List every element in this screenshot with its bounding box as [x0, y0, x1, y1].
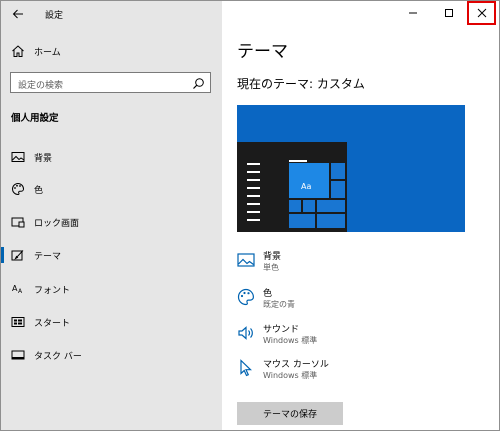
sidebar-item-lock-screen[interactable]: ロック画面 — [1, 210, 222, 234]
sidebar-item-start[interactable]: スタート — [1, 310, 222, 334]
settings-window: 設定 ホーム 設定の検索 個人用設定 背景 色 ロック画面 テーマ A A フォ… — [0, 0, 500, 431]
preview-menu-lines — [247, 163, 260, 227]
setting-value: Windows 標準 — [263, 371, 318, 380]
preview-tile — [317, 214, 345, 228]
back-arrow-icon — [12, 9, 23, 19]
sidebar-item-label: テーマ — [34, 252, 62, 262]
setting-mouse-cursor[interactable]: マウス カーソル Windows 標準 — [237, 357, 477, 389]
preview-tile — [317, 200, 345, 212]
close-button[interactable] — [467, 1, 496, 25]
preview-tile — [331, 181, 345, 198]
setting-name: サウンド — [263, 325, 300, 335]
sidebar-item-label: ホーム — [34, 48, 61, 58]
setting-color[interactable]: 色 既定の青 — [237, 286, 477, 318]
theme-brush-icon — [11, 250, 24, 261]
preview-tile — [303, 200, 315, 212]
sidebar-item-color[interactable]: 色 — [1, 177, 222, 201]
back-button[interactable] — [9, 5, 27, 23]
svg-text:A: A — [18, 288, 23, 295]
home-icon — [12, 45, 24, 57]
preview-tile-large — [289, 163, 329, 198]
font-icon: A A — [12, 284, 23, 295]
sidebar-item-font[interactable]: A A フォント — [1, 277, 222, 301]
lock-screen-icon — [11, 217, 25, 228]
palette-icon — [12, 182, 25, 196]
page-title: テーマ — [237, 42, 288, 62]
app-title: 設定 — [45, 11, 64, 21]
sidebar-item-label: ロック画面 — [34, 219, 80, 229]
start-grid-icon — [11, 317, 25, 327]
save-theme-button[interactable]: テーマの保存 — [237, 402, 343, 425]
maximize-button[interactable] — [431, 1, 467, 25]
close-icon — [477, 8, 486, 18]
preview-tile — [289, 214, 315, 228]
minimize-icon — [409, 12, 417, 14]
search-input[interactable]: 設定の検索 — [10, 72, 211, 93]
section-title: 個人用設定 — [11, 113, 59, 124]
setting-name: 色 — [263, 289, 273, 299]
preview-tile — [289, 200, 301, 212]
setting-value: 単色 — [263, 263, 279, 272]
preview-tile-label: Aa — [301, 182, 312, 191]
sidebar-item-taskbar[interactable]: タスク バー — [1, 343, 222, 367]
sidebar-item-label: スタート — [34, 319, 71, 329]
taskbar-icon — [11, 350, 25, 360]
picture-icon — [11, 152, 25, 162]
setting-sound[interactable]: サウンド Windows 標準 — [237, 322, 477, 354]
preview-tile — [331, 163, 345, 179]
window-controls — [395, 1, 499, 25]
search-placeholder: 設定の検索 — [18, 81, 64, 91]
theme-preview: Aa — [237, 105, 465, 232]
sidebar-item-label: 背景 — [34, 154, 53, 164]
setting-value: 既定の青 — [263, 300, 295, 309]
sidebar: 設定 ホーム 設定の検索 個人用設定 背景 色 ロック画面 テーマ A A フォ… — [1, 1, 222, 430]
maximize-icon — [445, 9, 453, 17]
sidebar-item-home[interactable]: ホーム — [1, 39, 222, 63]
search-icon — [193, 78, 204, 89]
sidebar-item-label: フォント — [34, 286, 71, 296]
cursor-icon — [240, 359, 252, 377]
setting-name: 背景 — [263, 252, 282, 262]
minimize-button[interactable] — [395, 1, 431, 25]
sidebar-item-theme[interactable]: テーマ — [1, 243, 222, 267]
sidebar-item-background[interactable]: 背景 — [1, 145, 222, 169]
sidebar-item-label: タスク バー — [34, 352, 82, 362]
main-content: テーマ 現在のテーマ: カスタム Aa 背景 単色 色 既定の青 サウンド Wi… — [222, 1, 499, 430]
current-theme-label: 現在のテーマ: カスタム — [237, 77, 365, 91]
selection-marker — [1, 247, 4, 263]
sidebar-item-label: 色 — [34, 186, 44, 196]
setting-value: Windows 標準 — [263, 336, 318, 345]
setting-background[interactable]: 背景 単色 — [237, 249, 477, 281]
setting-name: マウス カーソル — [263, 360, 329, 370]
speaker-icon — [238, 326, 253, 340]
preview-header-line — [289, 160, 307, 162]
picture-icon — [237, 253, 255, 267]
palette-icon — [237, 288, 255, 306]
